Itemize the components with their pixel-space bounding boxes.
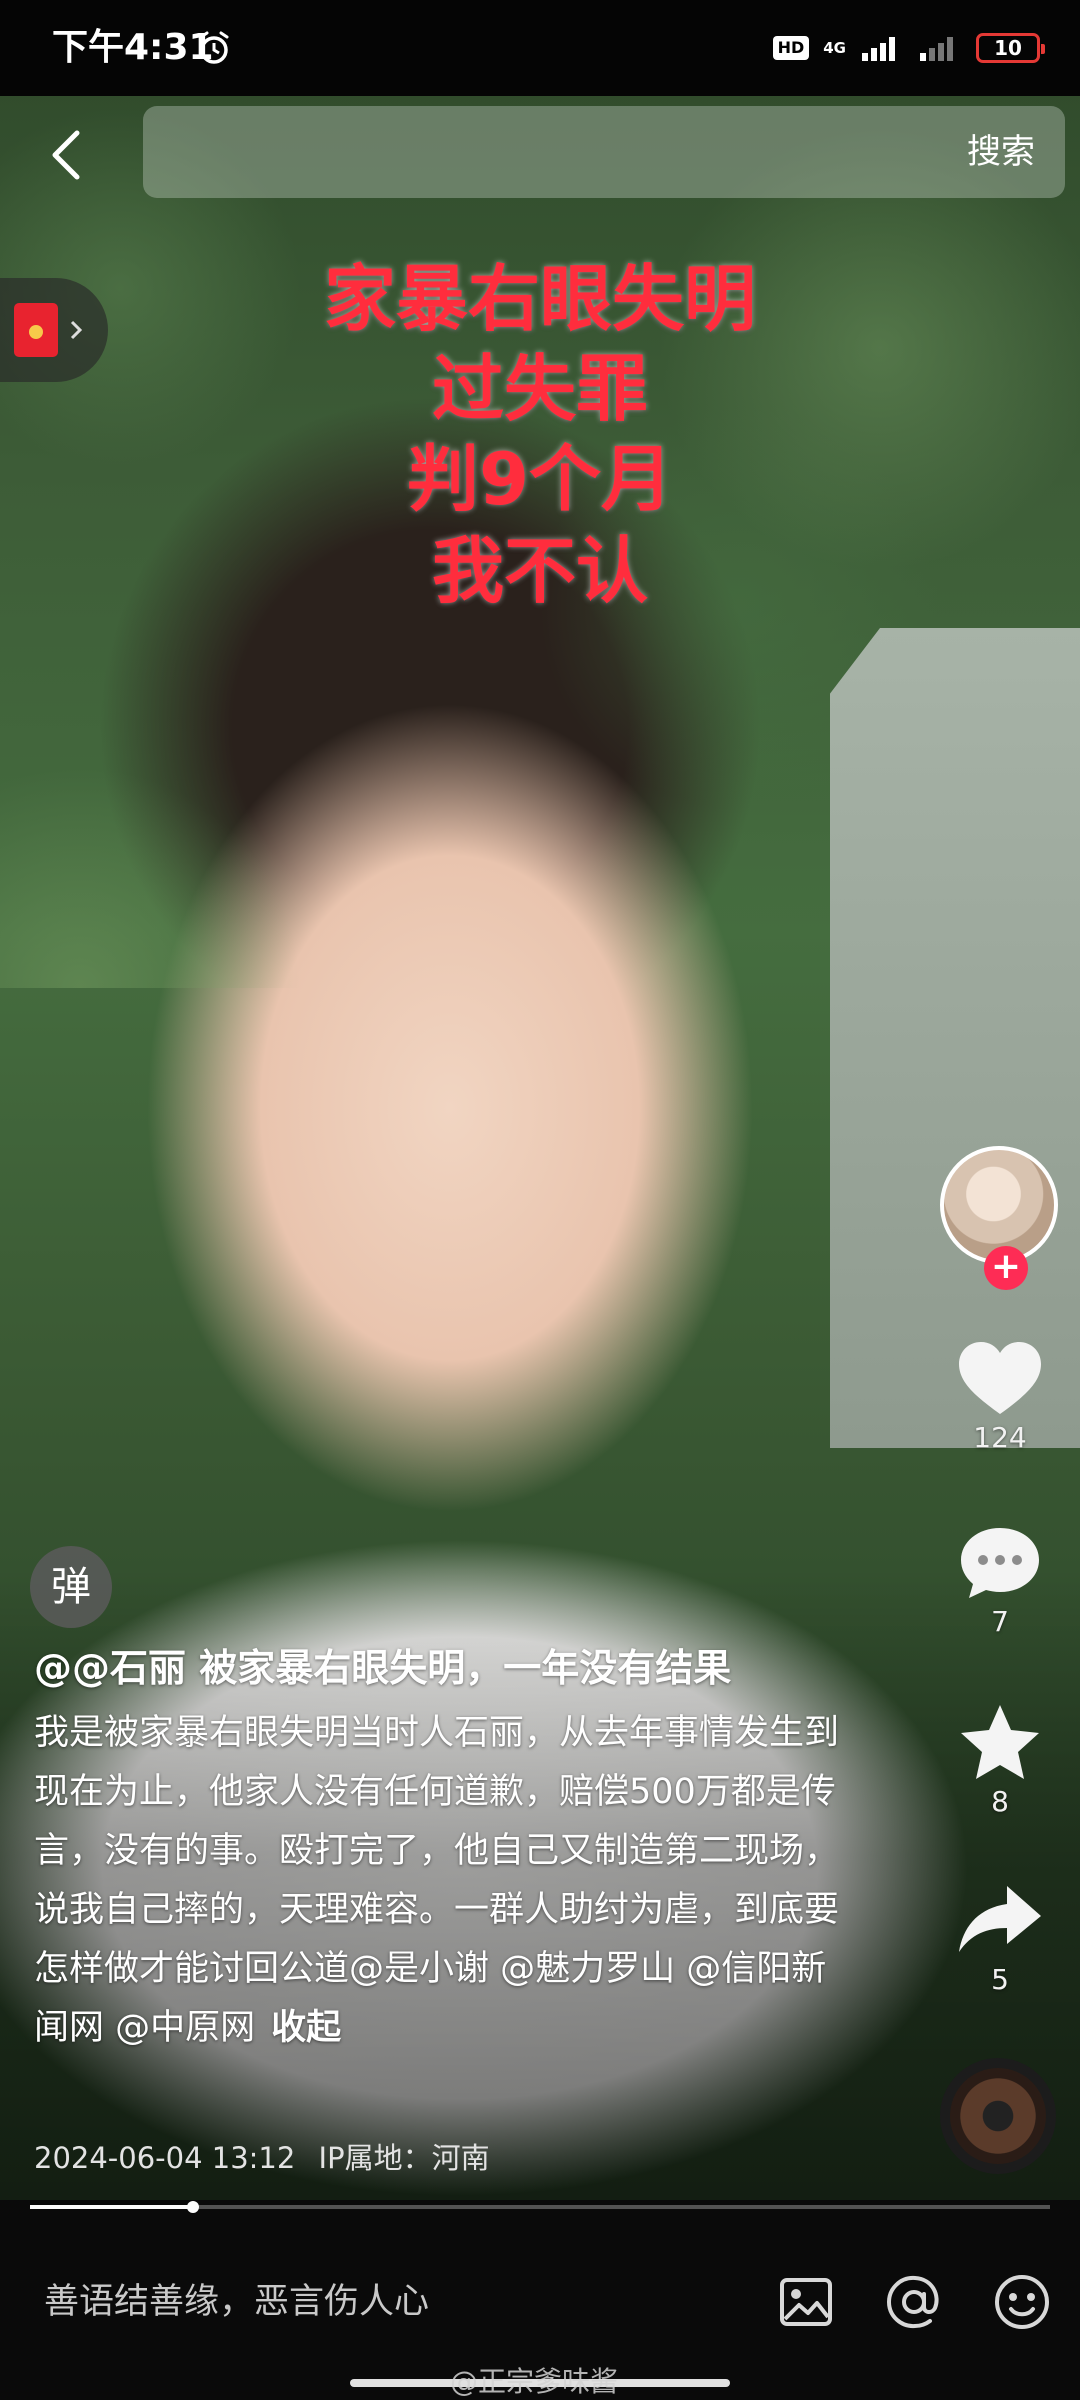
share-arrow-icon xyxy=(959,1886,1041,1952)
red-packet-widget[interactable] xyxy=(0,278,108,382)
emoji-button[interactable] xyxy=(986,2266,1058,2338)
heart-icon xyxy=(959,1342,1041,1414)
ip-location: IP属地：河南 xyxy=(318,2141,490,2175)
overlay-text-line: 过失罪 xyxy=(431,347,648,431)
overlay-text-line: 家暴右眼失明 xyxy=(323,257,756,341)
music-disc-icon[interactable] xyxy=(940,2058,1056,2174)
post-timestamp: 2024-06-04 13:12 xyxy=(34,2141,296,2175)
follow-button[interactable]: + xyxy=(984,1246,1028,1290)
status-indicators: HD 4G 10 xyxy=(772,26,1045,70)
star-icon xyxy=(961,1705,1039,1779)
progress-fill xyxy=(30,2205,194,2209)
like-count: 124 xyxy=(973,1421,1027,1454)
battery-level: 10 xyxy=(994,36,1022,60)
collapse-link[interactable]: 收起 xyxy=(271,2008,341,2048)
overlay-text-line: 我不认 xyxy=(431,529,648,613)
favorite-count: 8 xyxy=(991,1785,1009,1818)
search-input[interactable]: 搜索 xyxy=(143,106,1065,198)
signal-weak-icon xyxy=(920,37,953,61)
image-icon xyxy=(780,2278,832,2326)
caption-description: 我是被家暴右眼失明当时人石丽，从去年事情发生到现在为止，他家人没有任何道歉，赔偿… xyxy=(34,1704,854,2058)
author-avatar[interactable]: + xyxy=(940,1146,1058,1290)
caption-description-text: 我是被家暴右眼失明当时人石丽，从去年事情发生到现在为止，他家人没有任何道歉，赔偿… xyxy=(34,1713,840,2048)
comment-count: 7 xyxy=(991,1605,1009,1638)
favorite-button[interactable]: 8 xyxy=(926,1702,1074,1818)
overlay-text-line: 判9个月 xyxy=(406,437,674,521)
like-button[interactable]: 124 xyxy=(926,1338,1074,1454)
bottom-comment-bar: 善语结善缘，恶言伤人心 @正宗爹味酱 xyxy=(0,2200,1080,2400)
search-button[interactable]: 搜索 xyxy=(967,130,1035,174)
mention-button[interactable] xyxy=(878,2266,950,2338)
video-progress-bar[interactable] xyxy=(30,2201,1050,2213)
share-count: 5 xyxy=(991,1963,1009,1996)
back-button[interactable] xyxy=(30,118,104,192)
at-sign-icon xyxy=(886,2275,939,2329)
chevron-right-icon xyxy=(70,320,83,340)
signal-icon xyxy=(862,37,895,61)
app-screen: 下午4:31 HD 4G 10 家暴右眼失明 过失罪 判9个月 我不认 搜索 +… xyxy=(0,0,1080,2400)
network-type: 4G xyxy=(823,39,846,57)
alarm-icon xyxy=(199,31,229,64)
emoji-icon xyxy=(995,2275,1049,2329)
battery-icon: 10 xyxy=(976,33,1045,63)
chevron-left-icon xyxy=(52,130,80,180)
hd-badge: HD xyxy=(772,36,810,60)
danmu-toggle-button[interactable]: 弹 xyxy=(30,1546,112,1628)
status-bar: 下午4:31 HD 4G 10 xyxy=(0,0,1080,96)
red-envelope-icon xyxy=(14,303,58,357)
image-button[interactable] xyxy=(770,2266,842,2338)
watermark: @正宗爹味酱 xyxy=(450,2365,619,2398)
comment-bubble-icon xyxy=(961,1528,1039,1598)
caption-title[interactable]: @@石丽 被家暴右眼失明，一年没有结果 xyxy=(34,1640,894,1696)
comment-input[interactable]: 善语结善缘，恶言伤人心 xyxy=(44,2280,429,2324)
video-wall xyxy=(830,628,1080,1448)
comment-button[interactable]: 7 xyxy=(926,1522,1074,1638)
status-time: 下午4:31 xyxy=(52,27,214,68)
share-button[interactable]: 5 xyxy=(926,1880,1074,1996)
post-meta: 2024-06-04 13:12 IP属地：河南 xyxy=(34,2138,490,2178)
